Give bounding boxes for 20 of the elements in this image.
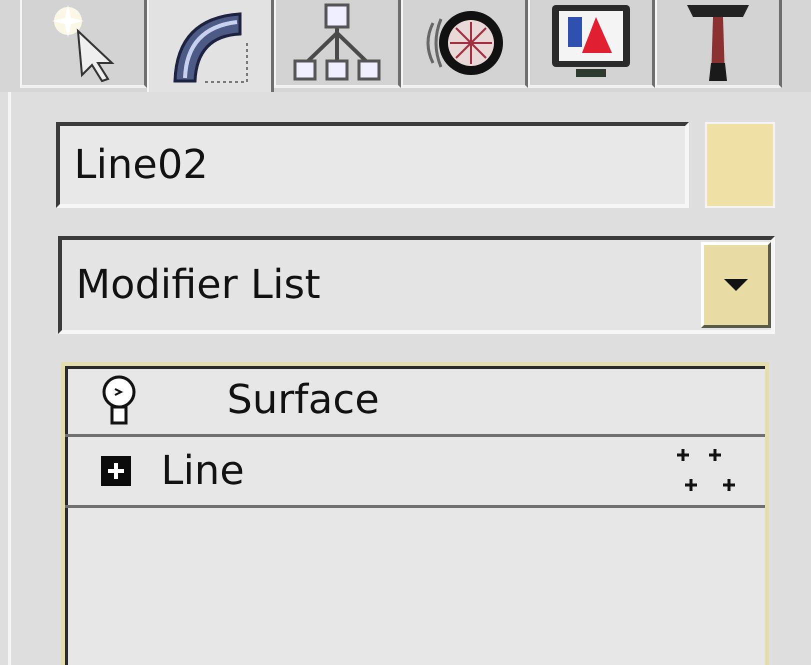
object-name-field[interactable]: Line02 (56, 122, 689, 208)
utilities-tab[interactable] (655, 0, 782, 88)
light-bulb-icon[interactable] (101, 375, 137, 425)
hierarchy-icon (292, 2, 382, 82)
object-color-swatch[interactable] (705, 122, 775, 208)
create-tab[interactable] (20, 0, 147, 88)
caret-icon (724, 279, 748, 291)
display-tab[interactable] (528, 0, 655, 88)
stack-item-label: Surface (226, 377, 380, 423)
modify-tab[interactable] (147, 0, 274, 92)
stack-item[interactable]: Surface (65, 366, 765, 437)
dropdown-label: Modifier List (75, 261, 322, 310)
vertex-dots-icon (677, 449, 737, 493)
modifier-list-dropdown[interactable]: Modifier List (58, 236, 775, 334)
stack-item[interactable]: Line (65, 437, 765, 508)
motion-tab[interactable] (401, 0, 528, 88)
hierarchy-tab[interactable] (274, 0, 401, 88)
plus-box-icon[interactable] (101, 456, 131, 486)
dropdown-arrow-button[interactable] (701, 242, 771, 328)
stack-item-label: Line (161, 448, 246, 494)
